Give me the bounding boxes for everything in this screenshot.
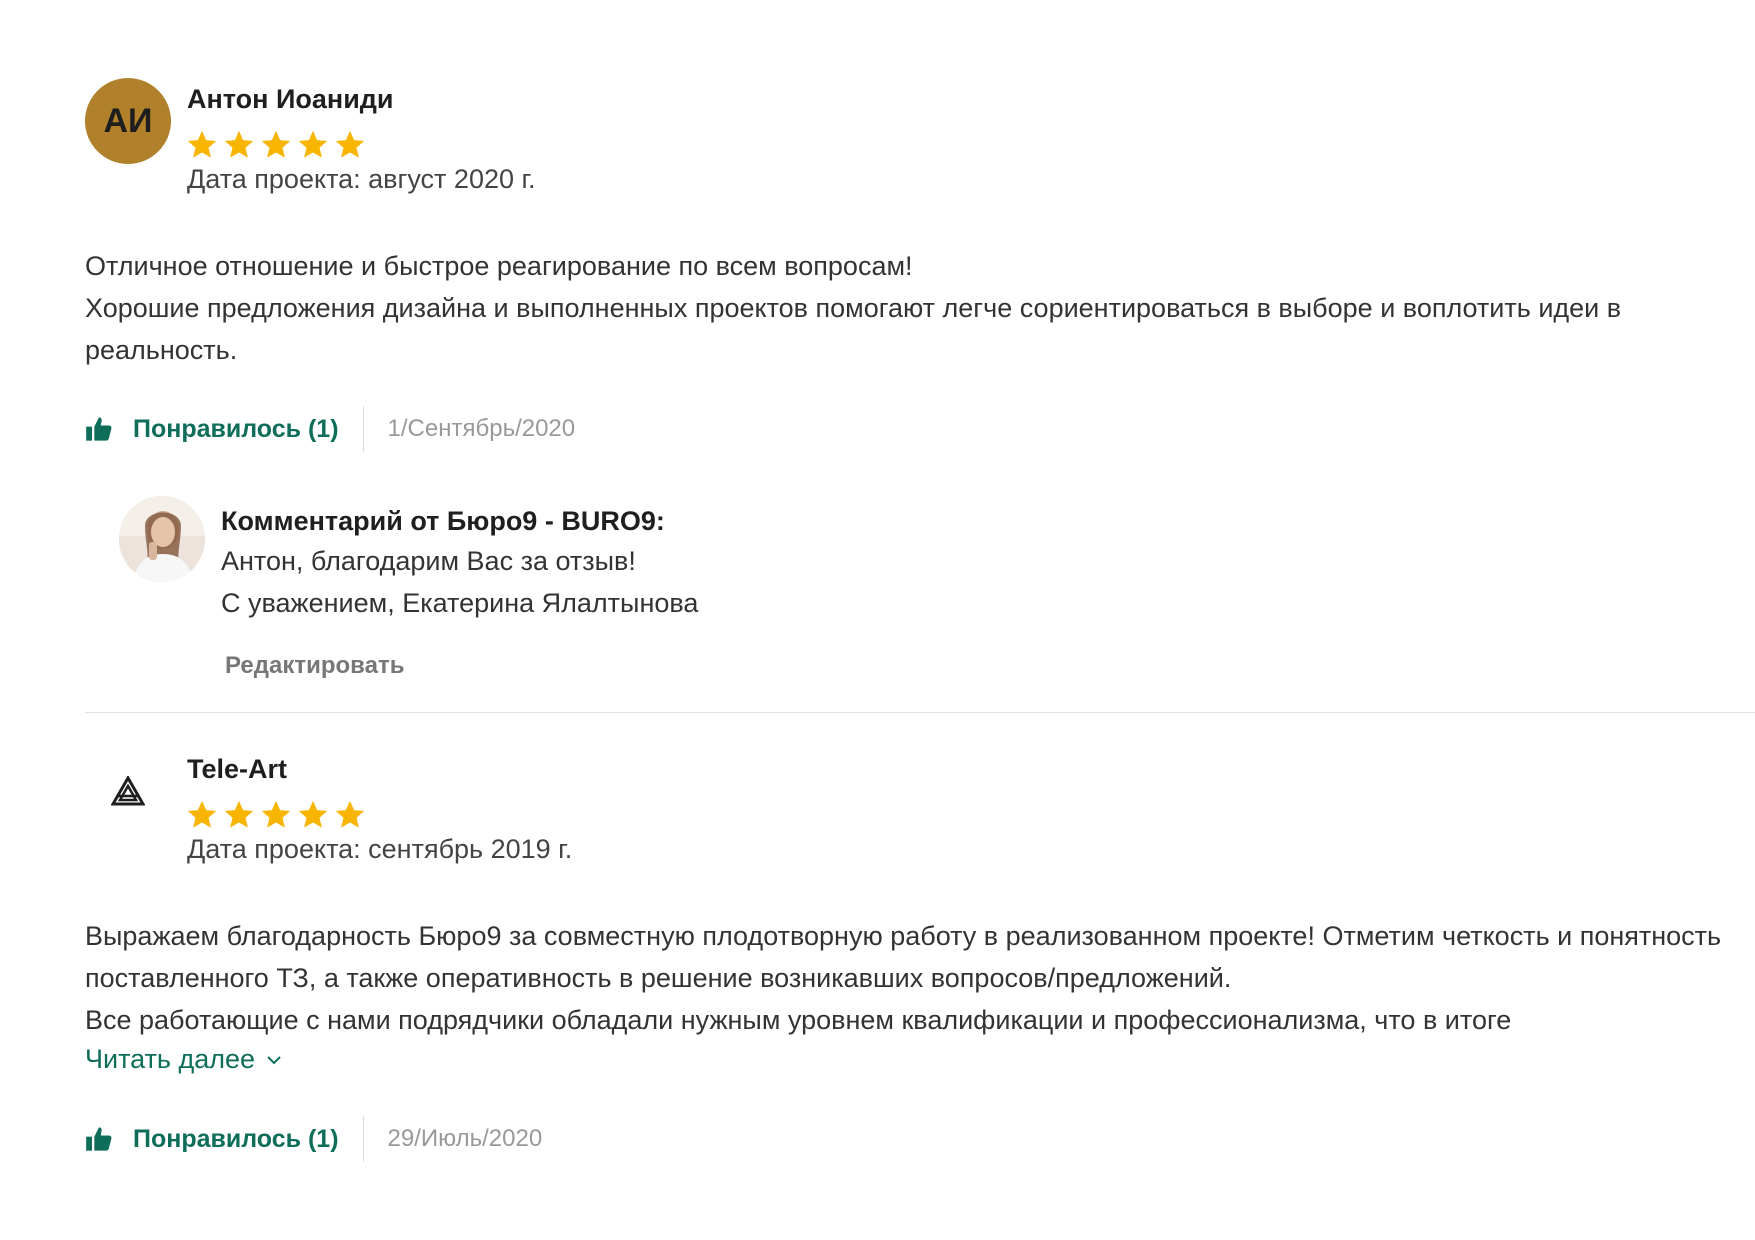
star-rating <box>185 798 367 832</box>
review-text-line: Отличное отношение и быстрое реагировани… <box>85 251 913 281</box>
review-text-line: Хорошие предложения дизайна и выполненны… <box>85 293 1622 365</box>
star-rating <box>185 128 367 162</box>
avatar <box>85 748 171 834</box>
review-divider <box>85 712 1755 713</box>
star-icon <box>261 130 291 158</box>
star-icon <box>298 800 328 828</box>
review-card: Tele-Art Дата проекта: сентябрь 2019 г. … <box>85 748 1755 1162</box>
reply-text-line: Антон, благодарим Вас за отзыв! <box>221 546 636 576</box>
reviews-page: АИ Антон Иоаниди Дата проекта: август 20… <box>0 0 1755 1240</box>
like-label: Понравилось (1) <box>133 1124 339 1153</box>
reply-text-line: С уважением, Екатерина Ялалтынова <box>221 588 699 618</box>
review-header: АИ Антон Иоаниди Дата проекта: август 20… <box>85 78 1755 208</box>
company-avatar <box>119 496 205 582</box>
edit-reply-link[interactable]: Редактировать <box>225 652 404 680</box>
like-label: Понравилось (1) <box>133 414 339 443</box>
review-date: 1/Сентябрь/2020 <box>387 415 576 442</box>
avatar: АИ <box>85 78 171 164</box>
chevron-down-icon <box>267 1055 281 1064</box>
separator <box>362 1116 364 1162</box>
review-card: АИ Антон Иоаниди Дата проекта: август 20… <box>85 78 1755 679</box>
review-text-line: Все работающие с нами подрядчики обладал… <box>85 1005 1512 1035</box>
review-author: Антон Иоаниди <box>187 84 394 114</box>
star-icon <box>187 130 217 158</box>
separator <box>362 406 364 452</box>
review-text: Выражаем благодарность Бюро9 за совместн… <box>85 915 1755 1041</box>
review-text-line: Выражаем благодарность Бюро9 за совместн… <box>85 921 1722 993</box>
star-icon <box>224 800 254 828</box>
like-button[interactable]: Понравилось (1) <box>85 1125 363 1154</box>
review-text: Отличное отношение и быстрое реагировани… <box>85 245 1755 371</box>
star-icon <box>335 130 365 158</box>
star-icon <box>261 800 291 828</box>
like-button[interactable]: Понравилось (1) <box>85 415 363 444</box>
review-header: Tele-Art Дата проекта: сентябрь 2019 г. <box>85 748 1755 878</box>
thumbs-up-icon <box>86 417 112 441</box>
person-photo-icon <box>119 496 205 582</box>
reply-title: Комментарий от Бюро9 - BURO9: <box>221 506 665 536</box>
star-icon <box>187 800 217 828</box>
review-actions: Понравилось (1) 1/Сентябрь/2020 <box>85 406 575 452</box>
read-more-link[interactable]: Читать далее <box>85 1044 283 1075</box>
tele-art-logo-icon <box>111 776 145 806</box>
review-date: 29/Июль/2020 <box>387 1125 543 1152</box>
project-date: Дата проекта: сентябрь 2019 г. <box>187 834 573 864</box>
project-date: Дата проекта: август 2020 г. <box>187 164 536 194</box>
review-actions: Понравилось (1) 29/Июль/2020 <box>85 1116 542 1162</box>
read-more-label: Читать далее <box>85 1044 256 1074</box>
star-icon <box>298 130 328 158</box>
thumbs-up-icon <box>86 1127 112 1151</box>
star-icon <box>335 800 365 828</box>
star-icon <box>224 130 254 158</box>
review-author: Tele-Art <box>187 754 288 784</box>
